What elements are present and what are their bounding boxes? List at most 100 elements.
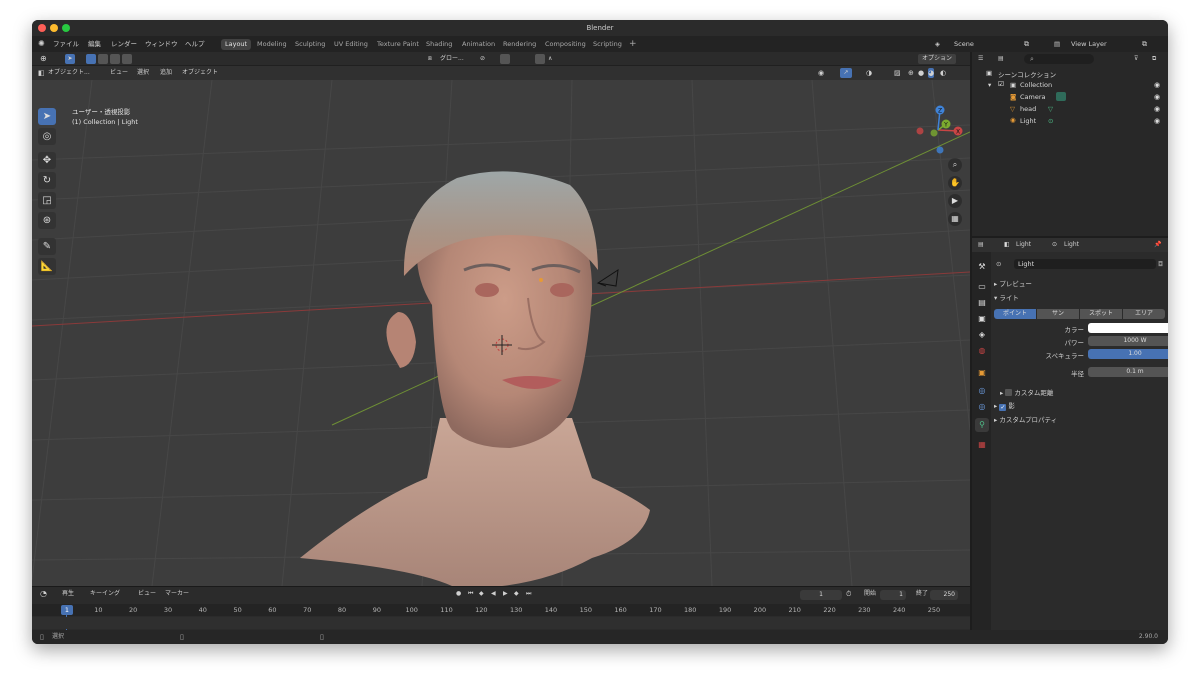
filter-icon[interactable]: ⊽: [1134, 54, 1138, 64]
end-frame-field[interactable]: 250: [930, 590, 958, 600]
pan-view-icon[interactable]: ✋: [948, 176, 962, 190]
scene-icon[interactable]: ◈: [935, 36, 940, 52]
power-field[interactable]: 1000 W: [1088, 336, 1168, 346]
scene-tab-icon[interactable]: ◈: [975, 328, 989, 342]
playhead-marker[interactable]: 1: [61, 605, 73, 615]
options-dropdown[interactable]: オプション: [918, 54, 957, 64]
tab-scripting[interactable]: Scripting: [589, 39, 626, 50]
menu-select[interactable]: 選択: [137, 68, 149, 78]
menu-playback[interactable]: 再生: [62, 589, 74, 599]
preview-section-header[interactable]: ▸ プレビュー: [994, 278, 1032, 288]
dope-sheet-area[interactable]: [32, 617, 970, 629]
expand-collection-icon[interactable]: ▾: [988, 81, 991, 89]
shadow-checkbox[interactable]: ✓: [999, 404, 1007, 411]
light-type-sun[interactable]: サン: [1037, 309, 1079, 319]
display-mode-icon[interactable]: ▤: [998, 54, 1004, 64]
tab-uv-editing[interactable]: UV Editing: [330, 39, 372, 50]
view-layer-icon[interactable]: ▤: [1054, 36, 1060, 52]
light-datablock-icon[interactable]: ⊙: [996, 260, 1001, 268]
menu-render[interactable]: レンダー: [111, 36, 137, 52]
play-icon[interactable]: ▶: [503, 589, 508, 599]
scene-field[interactable]: Scene: [954, 36, 974, 52]
menu-window[interactable]: ウィンドウ: [145, 36, 178, 52]
menu-object[interactable]: オブジェクト: [182, 68, 218, 78]
snap-icon[interactable]: [500, 54, 510, 64]
xray-toggle-icon[interactable]: ▨: [894, 68, 901, 78]
view-layer-tab-icon[interactable]: ▣: [975, 312, 989, 326]
outliner-editor-icon[interactable]: ☰: [978, 54, 983, 64]
gizmo-toggle-icon[interactable]: ↗: [840, 68, 852, 78]
current-frame-field[interactable]: 1: [800, 590, 842, 600]
tab-shading[interactable]: Shading: [422, 39, 456, 50]
light-type-point[interactable]: ポイント: [994, 309, 1036, 319]
close-window-button[interactable]: [38, 24, 46, 32]
new-scene-icon[interactable]: ⧉: [1024, 36, 1029, 52]
radius-field[interactable]: 0.1 m: [1088, 367, 1168, 377]
falloff-icon[interactable]: ∧: [548, 54, 552, 64]
light-datablock-field[interactable]: Light: [1014, 259, 1156, 269]
outliner-item-camera[interactable]: Camera: [1020, 93, 1046, 101]
physics-tab-icon[interactable]: ◎: [975, 384, 989, 398]
tool-scale[interactable]: ◲: [38, 192, 56, 209]
outliner-item-head[interactable]: head: [1020, 105, 1036, 113]
tab-modeling[interactable]: Modeling: [253, 39, 291, 50]
object-tab-icon[interactable]: ▣: [975, 366, 989, 380]
transform-orientation-icon[interactable]: ⧈: [428, 54, 432, 64]
jump-start-icon[interactable]: ⏮: [468, 589, 473, 599]
menu-keying[interactable]: キーイング: [90, 589, 120, 599]
tab-sculpting[interactable]: Sculpting: [291, 39, 329, 50]
new-collection-icon[interactable]: ⧉: [1152, 54, 1156, 64]
perspective-toggle-icon[interactable]: ▦: [948, 212, 962, 226]
texture-tab-icon[interactable]: ▦: [975, 438, 989, 452]
view-layer-field[interactable]: View Layer: [1071, 36, 1107, 52]
shading-wireframe-icon[interactable]: ⊕: [908, 68, 914, 78]
light-data-tab-icon[interactable]: ⚲: [975, 418, 989, 432]
specular-slider[interactable]: 1.00: [1088, 349, 1168, 359]
collection-label[interactable]: Collection: [1020, 81, 1052, 89]
menu-add[interactable]: 追加: [160, 68, 172, 78]
mode-dropdown[interactable]: オブジェクト...: [48, 68, 90, 78]
tool-cursor[interactable]: ◎: [38, 128, 56, 145]
tab-animation[interactable]: Animation: [458, 39, 499, 50]
collection-visibility-eye-icon[interactable]: ◉: [1154, 81, 1160, 89]
play-reverse-icon[interactable]: ◀: [491, 589, 496, 599]
menu-help[interactable]: ヘルプ: [185, 36, 205, 52]
3d-viewport[interactable]: ➤ ◎ ✥ ↻ ◲ ⊛ ✎ 📐 ユーザー・透視投影 (1) Collection…: [32, 80, 970, 586]
jump-end-icon[interactable]: ⏭: [526, 589, 531, 599]
next-keyframe-icon[interactable]: ◆: [514, 589, 519, 599]
world-tab-icon[interactable]: ◍: [975, 344, 989, 358]
tool-rotate[interactable]: ↻: [38, 172, 56, 189]
start-frame-field[interactable]: 1: [880, 590, 906, 600]
proportional-edit-icon[interactable]: [535, 54, 545, 64]
light-type-spot[interactable]: スポット: [1080, 309, 1122, 319]
select-subtract-mode-icon[interactable]: [110, 54, 120, 64]
tool-transform[interactable]: ⊛: [38, 212, 56, 229]
output-tab-icon[interactable]: ▤: [975, 296, 989, 310]
zoom-window-button[interactable]: [62, 24, 70, 32]
record-icon[interactable]: ●: [456, 589, 461, 599]
light-visibility-eye-icon[interactable]: ◉: [1154, 117, 1160, 125]
custom-distance-row[interactable]: ▸ カスタム距離: [1000, 387, 1053, 397]
tab-texture-paint[interactable]: Texture Paint: [373, 39, 423, 50]
add-workspace-icon[interactable]: +: [629, 36, 637, 52]
collection-checkbox-icon[interactable]: ☑: [998, 80, 1004, 88]
tab-layout[interactable]: Layout: [221, 39, 252, 50]
shading-solid-icon[interactable]: ●: [918, 68, 924, 78]
menu-edit[interactable]: 編集: [88, 36, 101, 52]
pin-icon[interactable]: 📌: [1154, 240, 1161, 250]
select-extend-mode-icon[interactable]: [98, 54, 108, 64]
custom-distance-checkbox[interactable]: [1005, 389, 1013, 396]
tool-measure[interactable]: 📐: [38, 258, 56, 275]
tool-move[interactable]: ✥: [38, 152, 56, 169]
shading-material-icon[interactable]: ◕: [928, 68, 935, 78]
constraints-tab-icon[interactable]: ◎: [975, 400, 989, 414]
outliner-search-input[interactable]: ⌕: [1024, 54, 1094, 64]
render-tab-icon[interactable]: ▭: [975, 280, 989, 294]
properties-editor-icon[interactable]: ▤: [978, 240, 984, 250]
transform-orientation-dropdown[interactable]: グロー...: [440, 54, 464, 64]
minimize-window-button[interactable]: [50, 24, 58, 32]
light-section-header[interactable]: ▾ ライト: [994, 292, 1019, 302]
color-swatch[interactable]: [1088, 323, 1168, 333]
zoom-view-icon[interactable]: ⌕: [948, 158, 962, 172]
tool-tab-icon[interactable]: ⚒: [975, 260, 989, 274]
